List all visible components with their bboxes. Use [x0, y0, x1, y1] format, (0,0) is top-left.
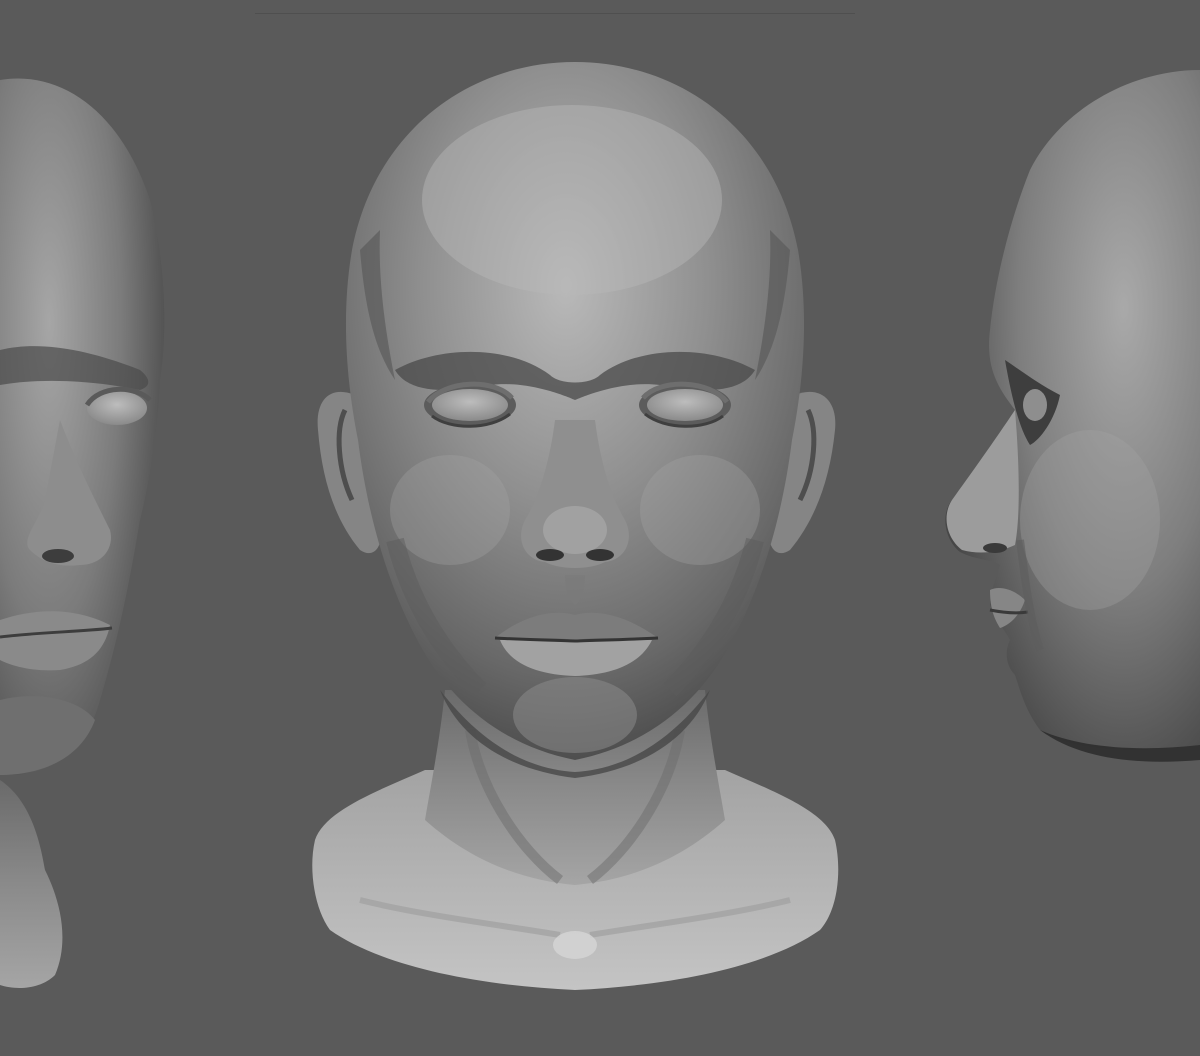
left-nostril	[42, 549, 74, 563]
right-profile-head	[945, 70, 1200, 762]
right-cheek	[1020, 430, 1160, 610]
front-cheek-right	[640, 455, 760, 565]
right-eye	[1023, 389, 1047, 421]
front-nose-tip	[543, 506, 607, 554]
right-head-shape	[945, 70, 1200, 750]
front-nostril-left	[536, 549, 564, 561]
front-sternal-notch	[553, 931, 597, 959]
front-chin	[513, 677, 637, 753]
front-eye-left	[424, 381, 516, 428]
left-head-shape	[0, 78, 165, 775]
front-nostril-right	[586, 549, 614, 561]
front-head	[312, 62, 839, 990]
front-eye-right	[639, 381, 731, 428]
sculpt-render-canvas	[0, 62, 1200, 990]
left-neck	[0, 780, 63, 988]
left-three-quarter-head	[0, 78, 165, 988]
sculpt-viewport	[0, 0, 1200, 1056]
right-nostril	[983, 543, 1007, 553]
front-cheek-left	[390, 455, 510, 565]
right-nose	[946, 410, 1019, 553]
left-chin-shadow	[0, 696, 95, 775]
front-forehead-highlight	[422, 105, 722, 295]
